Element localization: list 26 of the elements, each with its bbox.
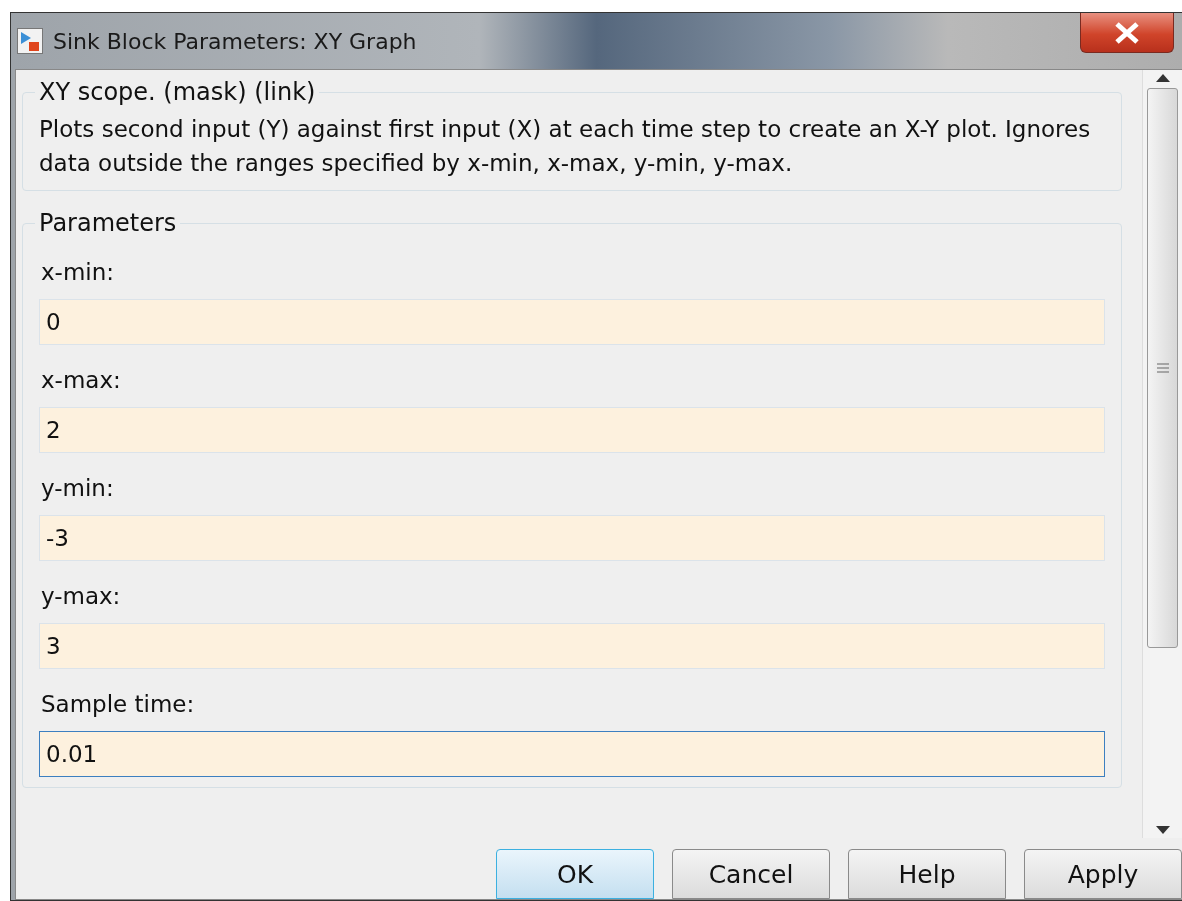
close-button[interactable] — [1080, 13, 1174, 53]
dialog-button[interactable]: Apply — [1024, 849, 1182, 899]
dialog-button[interactable]: OK — [496, 849, 654, 899]
scroll-up-icon[interactable] — [1155, 74, 1170, 82]
input-field[interactable]: 2 — [39, 407, 1105, 453]
input-field[interactable]: -3 — [39, 515, 1105, 561]
input-field[interactable]: 0 — [39, 299, 1105, 345]
close-icon — [1114, 21, 1140, 44]
dialog-button[interactable]: Cancel — [672, 849, 830, 899]
scroll-thumb[interactable] — [1147, 88, 1178, 648]
dialog-button[interactable]: Help — [848, 849, 1006, 899]
parameters-title: Parameters — [38, 209, 178, 237]
scrollbar[interactable] — [1142, 70, 1182, 838]
window-title: Sink Block Parameters: XY Graph — [53, 28, 417, 54]
description-title: XY scope. (mask) (link) — [38, 78, 317, 106]
field-label: Sample time: — [41, 691, 196, 717]
scroll-down-icon[interactable] — [1155, 826, 1170, 834]
input-field[interactable]: 3 — [39, 623, 1105, 669]
field-label: x-max: — [41, 367, 122, 393]
input-field[interactable]: 0.01 — [39, 731, 1105, 777]
block-icon — [17, 28, 43, 54]
description-text: Plots second input (Y) against first input (X) at each time step to create an X-Y plot. Ignores data outside the ranges specified by x-min, x-max, y-min, y-max. — [39, 115, 1092, 178]
field-label: y-min: — [41, 475, 115, 501]
field-label: x-min: — [41, 259, 116, 285]
grip-icon — [1156, 362, 1169, 374]
field-label: y-max: — [41, 583, 122, 609]
